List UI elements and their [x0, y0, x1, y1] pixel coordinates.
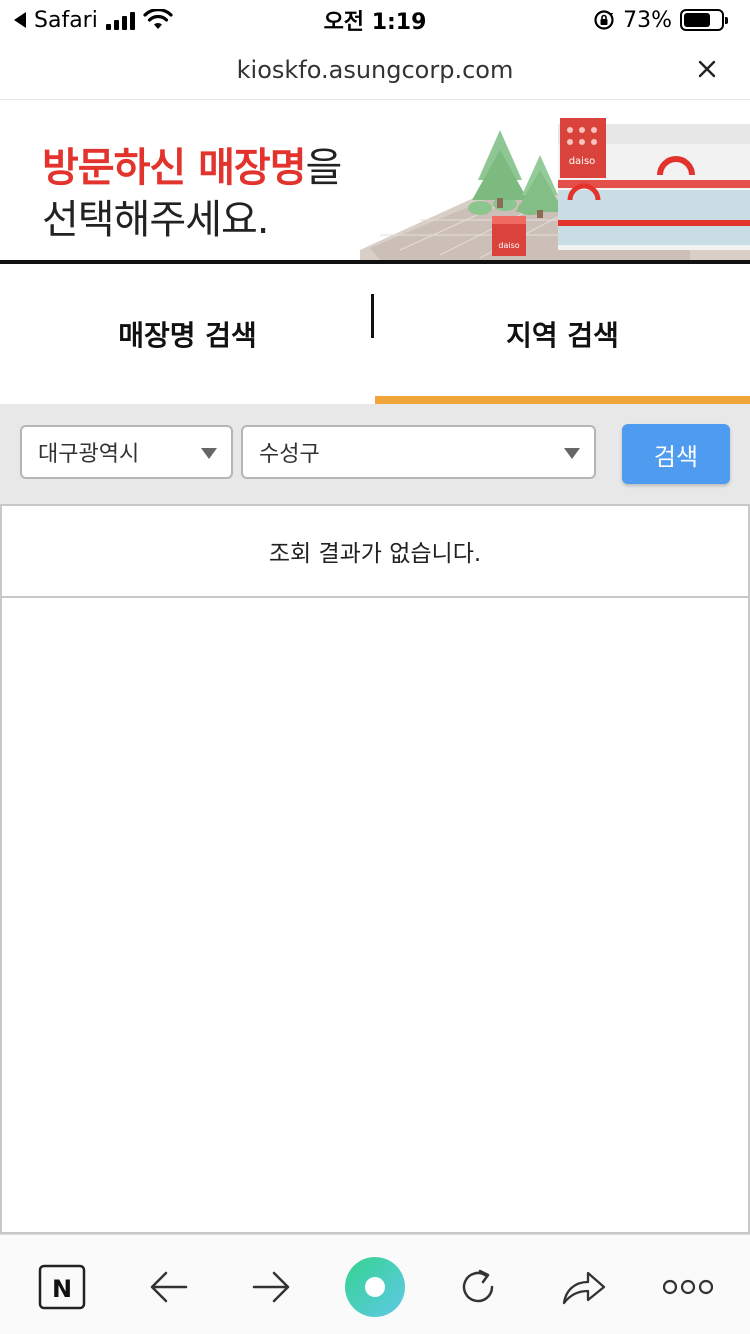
arrow-left-icon: [150, 1271, 188, 1303]
district-select[interactable]: 수성구: [241, 425, 596, 479]
browser-toolbar: N: [0, 1234, 750, 1334]
back-button[interactable]: [138, 1257, 198, 1317]
banner-line-1: 방문하신 매장명을: [42, 142, 343, 194]
chevron-down-icon: [201, 448, 217, 459]
region-select-value: 대구광역시: [38, 442, 140, 467]
tab-store-name-search[interactable]: 매장명 검색: [0, 264, 375, 404]
banner-headline: 방문하신 매장명을 선택해주세요.: [42, 142, 343, 246]
green-dot-icon: [345, 1257, 405, 1317]
region-select[interactable]: 대구광역시: [20, 425, 233, 479]
chevron-down-icon: [564, 448, 580, 459]
empty-results-message: 조회 결과가 없습니다.: [2, 506, 748, 598]
naver-icon: N: [38, 1264, 86, 1310]
search-button[interactable]: 검색: [622, 424, 730, 484]
arrow-right-icon: [252, 1271, 290, 1303]
share-button[interactable]: [554, 1257, 614, 1317]
battery-level: [684, 13, 711, 27]
tab-divider: [371, 294, 374, 338]
reload-icon: [462, 1269, 494, 1303]
region-filter-bar: 대구광역시 수성구 검색: [0, 404, 750, 504]
district-select-value: 수성구: [259, 442, 320, 467]
more-dots-icon: [662, 1279, 714, 1295]
wifi-icon: [143, 9, 173, 29]
box-brand-text: daiso: [498, 241, 519, 250]
banner-line-2: 선택해주세요.: [42, 197, 270, 243]
reload-button[interactable]: [448, 1257, 508, 1317]
battery-percent: 73%: [623, 7, 672, 33]
rotation-lock-icon: [594, 10, 614, 30]
building-brand-text: daiso: [569, 156, 596, 167]
status-bar: Safari 오전 1:19 73%: [0, 0, 750, 40]
tab-region-search-label: 지역 검색: [506, 319, 619, 352]
search-tabs: 매장명 검색 지역 검색: [0, 264, 750, 404]
store-select-banner: 방문하신 매장명을 선택해주세요. daiso daiso: [0, 100, 750, 260]
status-left[interactable]: Safari: [14, 8, 173, 33]
more-button[interactable]: [658, 1257, 718, 1317]
url-bar[interactable]: kioskfo.asungcorp.com: [0, 40, 750, 100]
green-dot-button[interactable]: [342, 1257, 408, 1317]
close-icon[interactable]: [692, 54, 722, 84]
back-app-label: Safari: [34, 7, 98, 33]
forward-button[interactable]: [242, 1257, 302, 1317]
cellular-signal-icon: [105, 10, 135, 30]
url-text: kioskfo.asungcorp.com: [236, 55, 514, 84]
back-to-app-icon: [14, 12, 26, 28]
banner-highlight-text: 방문하신 매장명: [42, 145, 307, 191]
results-panel: 조회 결과가 없습니다.: [0, 504, 750, 1234]
naver-letter: N: [52, 1275, 72, 1303]
store-illustration: daiso daiso: [360, 118, 750, 260]
share-arrow-icon: [562, 1271, 606, 1305]
battery-icon: [680, 9, 728, 31]
tab-region-search[interactable]: 지역 검색: [375, 264, 750, 404]
status-right: 73%: [593, 7, 728, 33]
naver-home-button[interactable]: N: [32, 1257, 92, 1317]
tab-store-name-search-label: 매장명 검색: [118, 319, 257, 352]
banner-line-1-suffix: 을: [305, 145, 343, 191]
